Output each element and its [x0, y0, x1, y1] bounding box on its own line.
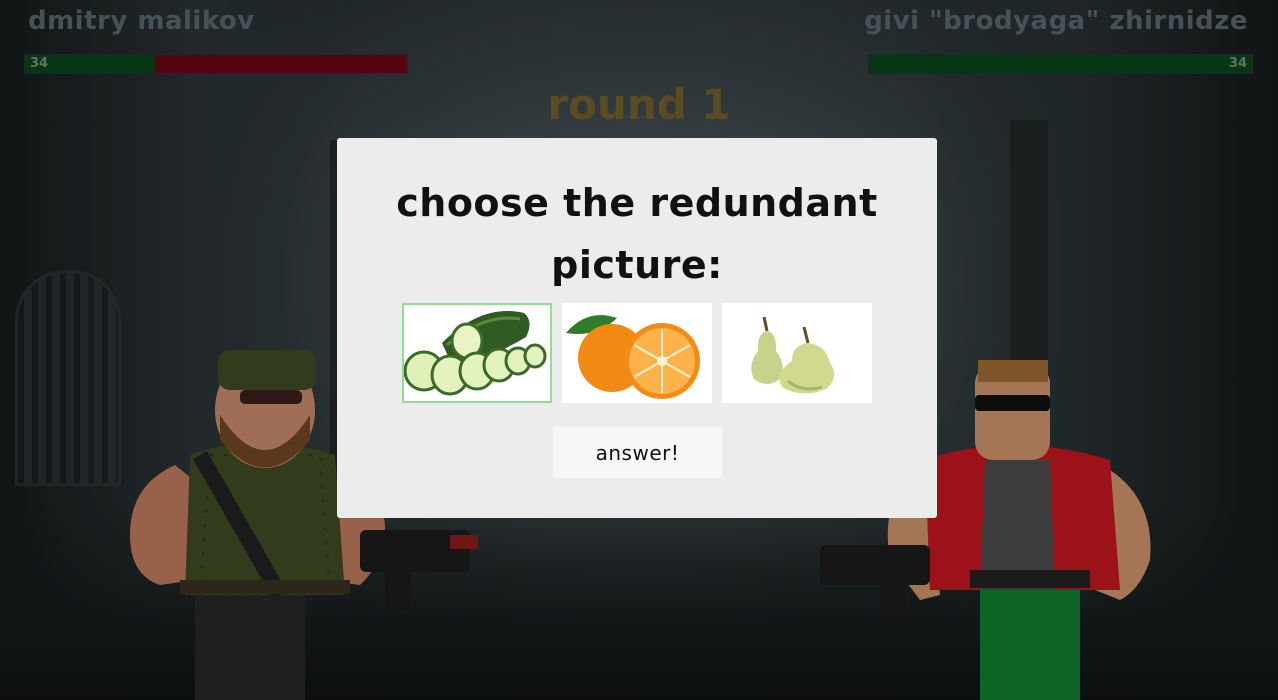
- orange-image: [566, 315, 700, 399]
- cucumber-image: [403, 311, 547, 396]
- question-title: choose the redundant picture:: [396, 181, 878, 287]
- picture-option-orange[interactable]: [562, 303, 712, 403]
- answer-button[interactable]: answer!: [553, 427, 722, 478]
- pear-image: [751, 316, 835, 394]
- picture-options: [402, 303, 872, 403]
- picture-option-pear[interactable]: [722, 303, 872, 403]
- picture-option-cucumber[interactable]: [402, 303, 552, 403]
- question-dialog: choose the redundant picture: answer!: [337, 138, 937, 518]
